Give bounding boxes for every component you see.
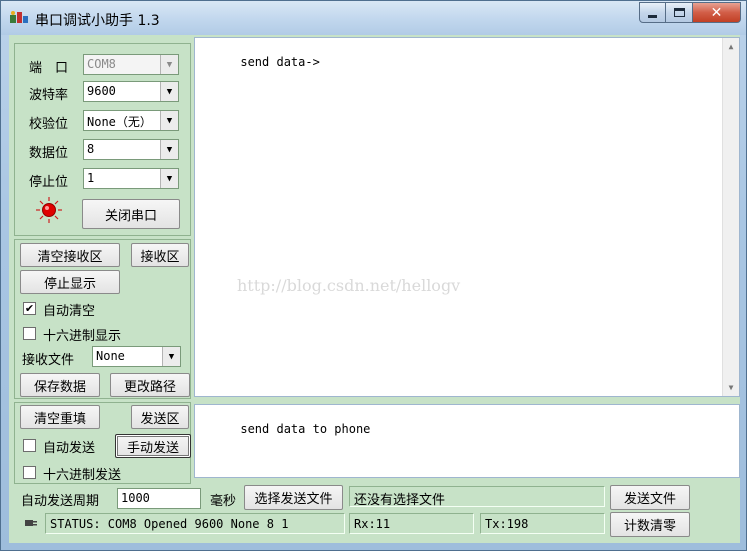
close-icon: ✕: [710, 4, 723, 21]
baud-select[interactable]: 9600 ▼: [83, 81, 179, 102]
close-port-button[interactable]: 关闭串口: [82, 199, 180, 229]
receive-text: send data->: [240, 55, 320, 69]
chevron-down-icon[interactable]: ▼: [160, 82, 178, 101]
stop-display-button[interactable]: 停止显示: [20, 270, 120, 294]
receive-file-select[interactable]: None ▼: [92, 346, 181, 367]
send-file-button[interactable]: 发送文件: [610, 485, 690, 510]
maximize-button[interactable]: [666, 2, 693, 23]
receive-area-button[interactable]: 接收区: [131, 243, 189, 267]
receive-options-group: 清空接收区 接收区 停止显示 ✔ 自动清空 十六进制显示 接收文件 None ▼…: [14, 239, 191, 399]
baud-value: 9600: [87, 84, 116, 98]
chevron-down-icon[interactable]: ▼: [160, 111, 178, 130]
ms-label: 毫秒: [210, 494, 237, 509]
manual-send-button[interactable]: 手动发送: [115, 434, 191, 458]
maximize-icon: [673, 8, 685, 17]
stopbits-label: 停止位: [29, 175, 69, 190]
databits-select[interactable]: 8 ▼: [83, 139, 179, 160]
app-icon: [10, 11, 28, 23]
clear-receive-button[interactable]: 清空接收区: [20, 243, 120, 267]
minimize-button[interactable]: [639, 2, 666, 23]
send-area-button[interactable]: 发送区: [131, 405, 189, 429]
window-controls: ✕: [639, 2, 741, 23]
change-path-button[interactable]: 更改路径: [110, 373, 190, 397]
stopbits-select[interactable]: 1 ▼: [83, 168, 179, 189]
window-title: 串口调试小助手 1.3: [35, 13, 160, 29]
auto-send-checkbox[interactable]: [23, 439, 36, 452]
file-status-field: 还没有选择文件: [349, 486, 605, 507]
led-indicator-icon: [36, 197, 62, 223]
auto-clear-checkbox[interactable]: ✔: [23, 302, 36, 315]
client-area: 端 口 COM8 ▼ 波特率 9600 ▼ 校验位 None（无） ▼ 数据位 …: [9, 35, 740, 543]
save-data-button[interactable]: 保存数据: [20, 373, 100, 397]
stopbits-value: 1: [87, 171, 95, 185]
clear-count-button[interactable]: 计数清零: [610, 512, 690, 537]
minimize-icon: [648, 14, 657, 18]
port-value: COM8: [87, 57, 116, 71]
send-text: send data to phone: [240, 422, 371, 436]
receive-file-value: None: [96, 349, 125, 363]
auto-period-value: 1000: [121, 491, 150, 505]
send-textarea[interactable]: send data to phone: [194, 404, 740, 478]
rx-field: Rx:11: [349, 513, 474, 534]
close-button[interactable]: ✕: [693, 2, 741, 23]
chevron-down-icon[interactable]: ▼: [160, 55, 178, 74]
plug-icon: [25, 520, 37, 526]
receive-file-label: 接收文件: [22, 353, 75, 368]
parity-select[interactable]: None（无） ▼: [83, 110, 179, 131]
scroll-up-icon[interactable]: ▲: [723, 38, 739, 55]
tx-field: Tx:198: [480, 513, 605, 534]
watermark-text: http://blog.csdn.net/hellogv: [237, 276, 461, 295]
title-bar[interactable]: 串口调试小助手 1.3 ✕: [1, 1, 746, 35]
databits-label: 数据位: [29, 146, 69, 161]
databits-value: 8: [87, 142, 95, 156]
port-select[interactable]: COM8 ▼: [83, 54, 179, 75]
receive-scrollbar[interactable]: ▲ ▼: [722, 38, 739, 396]
hex-display-label: 十六进制显示: [43, 329, 122, 344]
hex-display-checkbox[interactable]: [23, 327, 36, 340]
scroll-down-icon[interactable]: ▼: [723, 379, 739, 396]
port-settings-group: 端 口 COM8 ▼ 波特率 9600 ▼ 校验位 None（无） ▼ 数据位 …: [14, 43, 191, 236]
hex-send-checkbox[interactable]: [23, 466, 36, 479]
parity-label: 校验位: [29, 117, 69, 132]
receive-textarea[interactable]: send data-> http://blog.csdn.net/hellogv…: [194, 37, 740, 397]
auto-period-input[interactable]: 1000: [117, 488, 201, 509]
choose-file-button[interactable]: 选择发送文件: [244, 485, 343, 510]
chevron-down-icon[interactable]: ▼: [162, 347, 180, 366]
auto-period-label: 自动发送周期: [21, 494, 100, 509]
chevron-down-icon[interactable]: ▼: [160, 140, 178, 159]
parity-value: None（无）: [87, 115, 152, 129]
auto-send-label: 自动发送: [43, 441, 96, 456]
baud-label: 波特率: [29, 88, 69, 103]
send-options-group: 清空重填 发送区 自动发送 手动发送 十六进制发送: [14, 402, 191, 484]
chevron-down-icon[interactable]: ▼: [160, 169, 178, 188]
hex-send-label: 十六进制发送: [43, 468, 122, 483]
auto-clear-label: 自动清空: [43, 304, 96, 319]
port-label: 端 口: [29, 61, 69, 76]
clear-resend-button[interactable]: 清空重填: [20, 405, 100, 429]
status-field: STATUS: COM8 Opened 9600 None 8 1: [45, 513, 345, 534]
app-window: 串口调试小助手 1.3 ✕ 端 口 COM8 ▼ 波特率 9600 ▼ 校验位 …: [0, 0, 747, 551]
